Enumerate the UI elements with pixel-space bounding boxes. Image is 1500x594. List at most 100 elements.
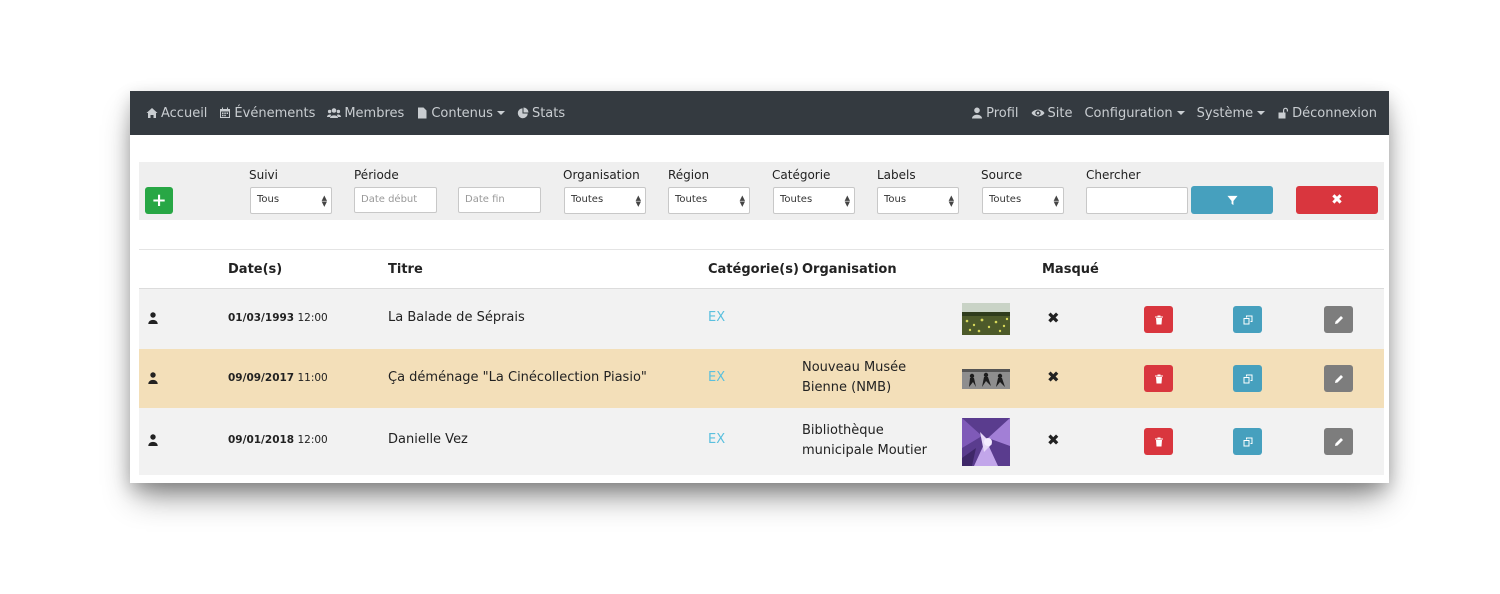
pie-chart-icon bbox=[517, 107, 529, 119]
user-icon bbox=[148, 372, 158, 384]
event-category-link[interactable]: EX bbox=[708, 310, 725, 325]
edit-button[interactable] bbox=[1324, 306, 1353, 333]
edit-button[interactable] bbox=[1324, 428, 1353, 455]
event-category-link[interactable]: EX bbox=[708, 370, 725, 385]
header-dates[interactable]: Date(s) bbox=[228, 262, 282, 277]
chevron-down-icon bbox=[1257, 111, 1266, 115]
header-categories[interactable]: Catégorie(s) bbox=[708, 262, 799, 277]
event-date-day: 09/09/2017 bbox=[228, 372, 295, 384]
nav-evenements[interactable]: Événements bbox=[219, 106, 315, 121]
calendar-icon bbox=[220, 107, 231, 118]
edit-button[interactable] bbox=[1324, 365, 1353, 392]
nav-profil[interactable]: Profil bbox=[971, 105, 1019, 121]
nav-evenements-label: Événements bbox=[234, 105, 316, 121]
masque-x-icon: ✖ bbox=[1047, 431, 1060, 449]
event-date: 09/01/2018 12:00 bbox=[228, 434, 328, 446]
header-masque[interactable]: Masqué bbox=[1042, 262, 1099, 277]
filter-bar: + Suivi Tous ▲ ▼ Période Date début Date … bbox=[139, 162, 1384, 220]
select-arrows-icon: ▲ ▼ bbox=[635, 194, 641, 208]
user-icon bbox=[972, 107, 983, 119]
file-icon bbox=[418, 107, 427, 119]
nav-site[interactable]: Site bbox=[1031, 105, 1073, 121]
select-arrows-icon: ▲ ▼ bbox=[739, 194, 745, 208]
source-select[interactable]: Toutes ▲ ▼ bbox=[982, 187, 1064, 214]
categorie-value: Toutes bbox=[780, 194, 813, 205]
trash-icon bbox=[1154, 315, 1163, 324]
event-organisation: Nouveau Musée Bienne (NMB) bbox=[802, 360, 907, 395]
filter-icon bbox=[1226, 195, 1238, 205]
labels-label: Labels bbox=[877, 168, 916, 182]
nav-contenus-label: Contenus bbox=[431, 105, 493, 121]
copy-icon bbox=[1243, 315, 1252, 324]
event-thumbnail bbox=[962, 303, 1010, 335]
event-date-time: 12:00 bbox=[297, 434, 328, 446]
event-date: 09/09/2017 11:00 bbox=[228, 372, 328, 384]
search-input[interactable] bbox=[1086, 187, 1188, 214]
organisation-value: Toutes bbox=[571, 194, 604, 205]
categorie-label: Catégorie bbox=[772, 168, 831, 182]
nav-systeme-label: Système bbox=[1196, 105, 1254, 121]
app-window: Accueil Événements Membres Contenus Stat… bbox=[130, 91, 1389, 483]
nav-accueil[interactable]: Accueil bbox=[146, 106, 207, 121]
delete-button[interactable] bbox=[1144, 365, 1173, 392]
nav-stats[interactable]: Stats bbox=[517, 106, 565, 121]
select-arrows-icon: ▲ ▼ bbox=[844, 194, 850, 208]
pencil-icon bbox=[1334, 374, 1343, 383]
duplicate-button[interactable] bbox=[1233, 428, 1262, 455]
event-date-time: 12:00 bbox=[297, 312, 328, 324]
nav-profil-label: Profil bbox=[986, 105, 1019, 121]
event-thumbnail bbox=[962, 418, 1010, 466]
masque-x-icon: ✖ bbox=[1047, 368, 1060, 386]
event-date-time: 11:00 bbox=[297, 372, 328, 384]
periode-label: Période bbox=[354, 168, 399, 182]
date-end-input[interactable]: Date fin bbox=[458, 187, 541, 213]
chevron-down-icon bbox=[1176, 111, 1185, 115]
select-arrows-icon: ▲ ▼ bbox=[321, 194, 327, 208]
event-title: Danielle Vez bbox=[388, 432, 468, 447]
nav-site-label: Site bbox=[1047, 105, 1073, 121]
event-organisation: Bibliothèque municipale Moutier bbox=[802, 423, 927, 458]
duplicate-button[interactable] bbox=[1233, 365, 1262, 392]
table-header: Date(s) Titre Catégorie(s) Organisation … bbox=[139, 249, 1384, 289]
event-date-day: 01/03/1993 bbox=[228, 312, 295, 324]
clear-filter-button[interactable]: ✖ bbox=[1296, 186, 1378, 214]
nav-left: Accueil Événements Membres Contenus Stat… bbox=[146, 106, 577, 121]
add-event-button[interactable]: + bbox=[145, 187, 173, 214]
suivi-value: Tous bbox=[257, 194, 280, 205]
apply-filter-button[interactable] bbox=[1191, 186, 1273, 214]
organisation-select[interactable]: Toutes ▲ ▼ bbox=[564, 187, 646, 214]
event-category-link[interactable]: EX bbox=[708, 432, 725, 447]
user-icon bbox=[148, 312, 158, 324]
nav-systeme[interactable]: Système bbox=[1196, 105, 1266, 121]
eye-icon bbox=[1031, 109, 1045, 117]
event-thumbnail bbox=[962, 369, 1010, 389]
categorie-select[interactable]: Toutes ▲ ▼ bbox=[773, 187, 855, 214]
users-icon bbox=[327, 108, 342, 118]
header-titre[interactable]: Titre bbox=[388, 262, 423, 277]
event-title: La Balade de Séprais bbox=[388, 310, 525, 325]
suivi-select[interactable]: Tous ▲ ▼ bbox=[250, 187, 332, 214]
date-start-input[interactable]: Date début bbox=[354, 187, 437, 213]
chevron-down-icon bbox=[496, 111, 505, 115]
nav-membres[interactable]: Membres bbox=[327, 106, 404, 121]
nav-accueil-label: Accueil bbox=[161, 105, 208, 121]
unlock-icon bbox=[1278, 107, 1289, 119]
table-row: 09/01/2018 12:00 Danielle Vez EX Bibliot… bbox=[139, 408, 1384, 475]
delete-button[interactable] bbox=[1144, 428, 1173, 455]
nav-configuration[interactable]: Configuration bbox=[1084, 106, 1185, 121]
table-row: 01/03/1993 12:00 La Balade de Séprais EX… bbox=[139, 289, 1384, 349]
nav-contenus[interactable]: Contenus bbox=[416, 106, 505, 121]
nav-deconnexion[interactable]: Déconnexion bbox=[1277, 106, 1377, 121]
masque-x-icon: ✖ bbox=[1047, 309, 1060, 327]
header-organisation[interactable]: Organisation bbox=[802, 262, 897, 277]
delete-button[interactable] bbox=[1144, 306, 1173, 333]
duplicate-button[interactable] bbox=[1233, 306, 1262, 333]
select-arrows-icon: ▲ ▼ bbox=[1053, 194, 1059, 208]
table-row: 09/09/2017 11:00 Ça déménage "La Cinécol… bbox=[139, 349, 1384, 408]
pencil-icon bbox=[1334, 437, 1343, 446]
labels-select[interactable]: Tous ▲ ▼ bbox=[877, 187, 959, 214]
top-navbar: Accueil Événements Membres Contenus Stat… bbox=[130, 91, 1389, 135]
region-select[interactable]: Toutes ▲ ▼ bbox=[668, 187, 750, 214]
nav-stats-label: Stats bbox=[531, 105, 566, 121]
chercher-label: Chercher bbox=[1086, 168, 1141, 182]
